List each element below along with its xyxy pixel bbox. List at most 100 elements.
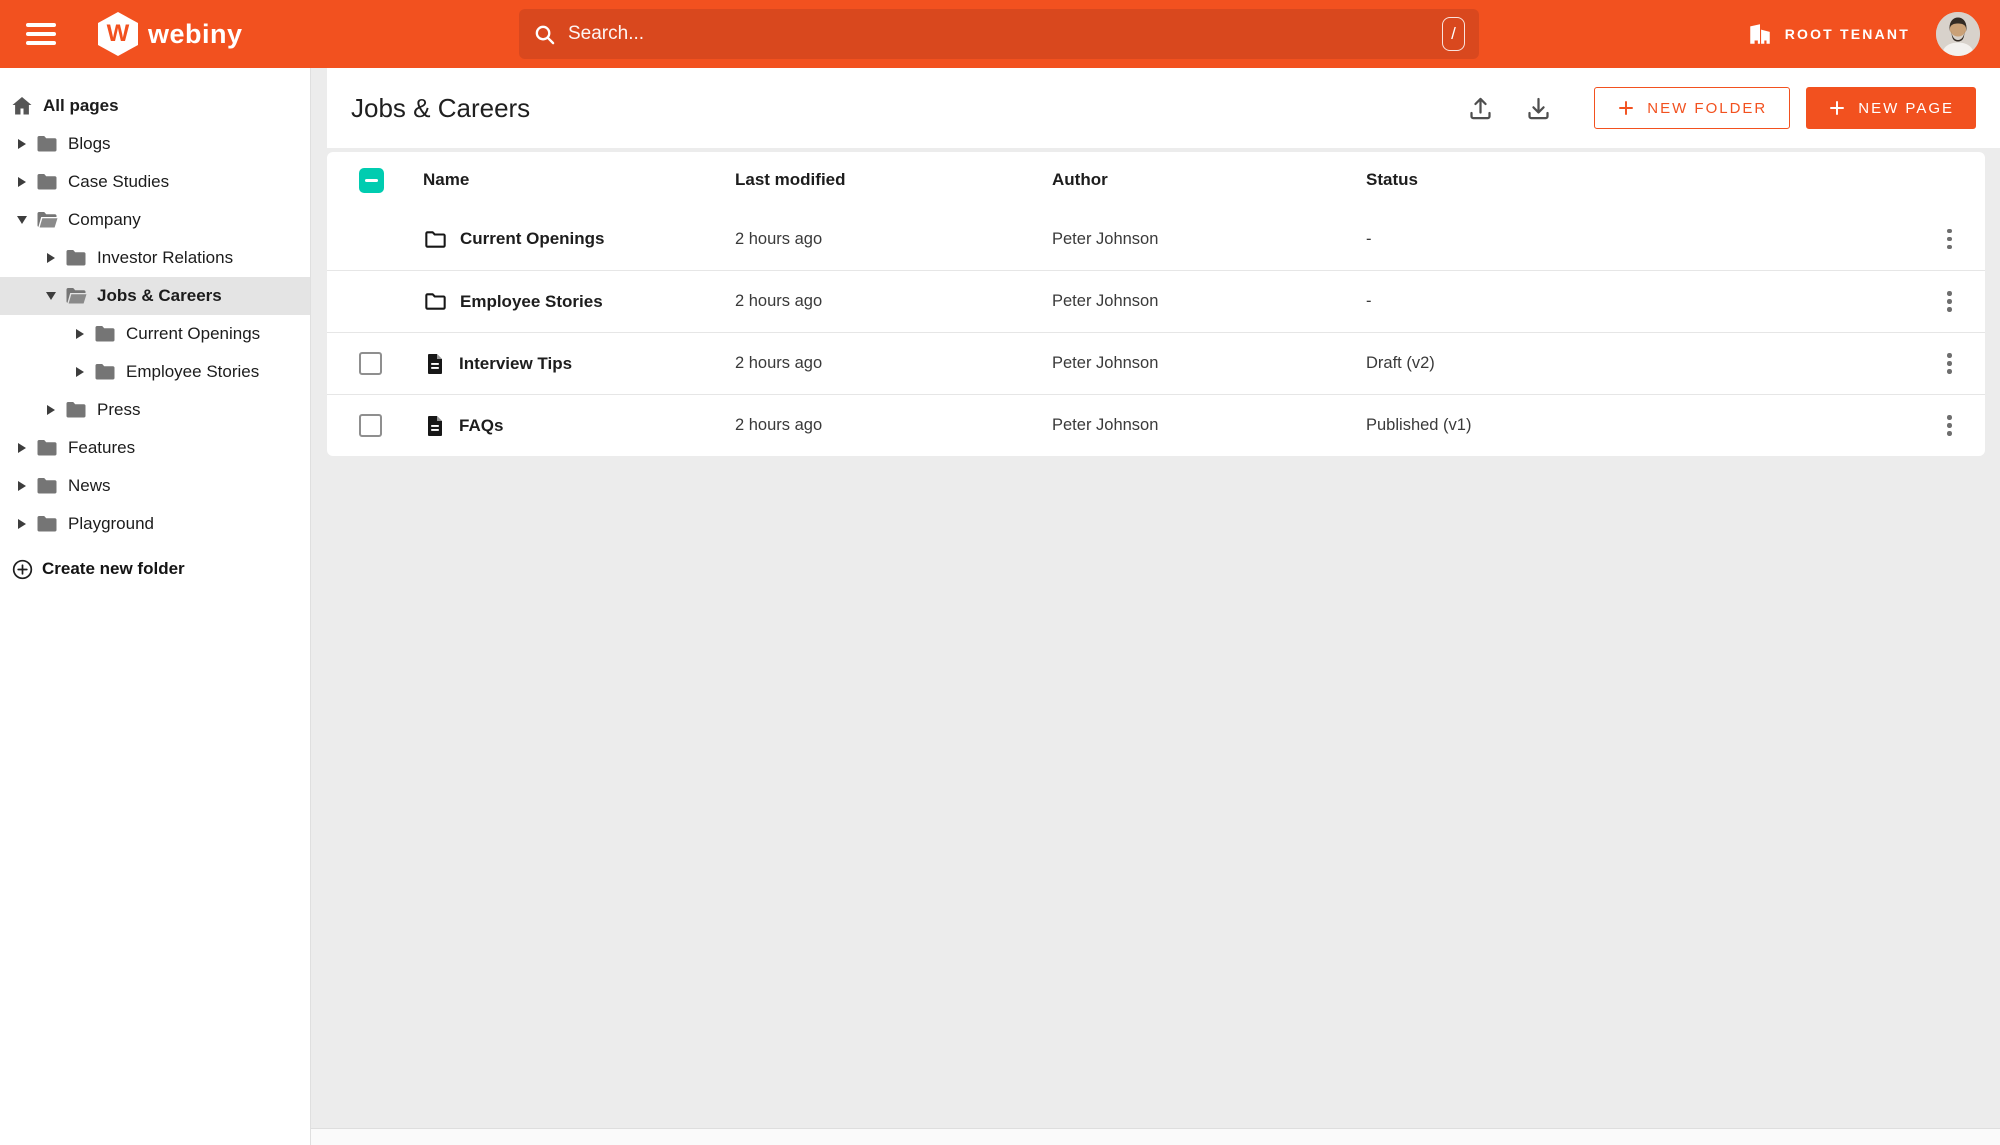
row-actions-kebab-icon[interactable] <box>1933 347 1967 381</box>
column-header-author: Author <box>1052 170 1108 189</box>
hamburger-menu-icon[interactable] <box>26 23 56 45</box>
user-avatar[interactable] <box>1936 12 1980 56</box>
column-header-status: Status <box>1366 170 1418 189</box>
sidebar-item-investor-relations[interactable]: Investor Relations <box>0 239 310 277</box>
table-row[interactable]: FAQs 2 hours ago Peter Johnson Published (v… <box>327 394 1985 456</box>
row-author: Peter Johnson <box>1052 229 1159 248</box>
caret-right-icon[interactable] <box>15 479 29 493</box>
select-all-checkbox[interactable] <box>359 167 384 193</box>
create-new-folder-button[interactable]: Create new folder <box>0 549 310 589</box>
folder-open-icon <box>37 212 58 228</box>
webiny-logo[interactable]: W webiny <box>98 12 243 56</box>
folder-icon <box>37 136 57 152</box>
sidebar-item-current-openings[interactable]: Current Openings <box>0 315 310 353</box>
sidebar-item-features[interactable]: Features <box>0 429 310 467</box>
caret-right-icon[interactable] <box>15 175 29 189</box>
folder-icon <box>37 478 57 494</box>
caret-down-icon[interactable] <box>44 289 58 303</box>
row-last-modified: 2 hours ago <box>735 292 823 310</box>
new-folder-button[interactable]: NEW FOLDER <box>1594 87 1791 129</box>
row-author: Peter Johnson <box>1052 292 1159 310</box>
webiny-hexagon-icon: W <box>98 12 138 56</box>
plus-circle-icon <box>10 558 34 581</box>
caret-down-icon[interactable] <box>15 213 29 227</box>
sidebar-item-employee-stories[interactable]: Employee Stories <box>0 353 310 391</box>
sidebar-item-label: Investor Relations <box>97 248 234 267</box>
row-actions-kebab-icon[interactable] <box>1933 222 1967 256</box>
folder-icon <box>37 174 57 190</box>
table-footer-strip <box>311 1128 2000 1145</box>
plus-icon <box>1619 101 1634 115</box>
webiny-wordmark: webiny <box>148 18 243 49</box>
sidebar-item-playground[interactable]: Playground <box>0 505 310 543</box>
tenant-label: ROOT TENANT <box>1784 26 1910 42</box>
caret-right-icon[interactable] <box>15 441 29 455</box>
caret-right-icon[interactable] <box>44 251 58 265</box>
folder-icon <box>95 326 115 342</box>
folder-open-icon <box>66 288 87 304</box>
sidebar-item-label: Press <box>97 400 141 419</box>
table-row[interactable]: Current Openings 2 hours ago Peter Johnson… <box>327 208 1985 270</box>
pages-table: Name Last modified Author Status Current… <box>327 152 1985 456</box>
caret-right-icon[interactable] <box>15 517 29 531</box>
row-author: Peter Johnson <box>1052 354 1159 372</box>
global-search-bar[interactable]: / <box>519 9 1479 59</box>
folder-icon <box>95 364 115 380</box>
top-app-bar: W webiny / ROOT TENANT <box>0 0 2000 68</box>
row-last-modified: 2 hours ago <box>735 354 823 372</box>
sidebar-item-label: Playground <box>68 514 155 533</box>
row-author: Peter Johnson <box>1052 416 1159 434</box>
row-actions-kebab-icon[interactable] <box>1933 285 1967 319</box>
document-icon <box>428 415 442 436</box>
folder-icon <box>66 250 86 266</box>
table-row[interactable]: Interview Tips 2 hours ago Peter Johnson Dr… <box>327 332 1985 394</box>
row-status: Published (v1) <box>1366 416 1472 434</box>
row-actions-kebab-icon[interactable] <box>1933 409 1967 443</box>
new-page-button[interactable]: NEW PAGE <box>1806 87 1976 129</box>
sidebar-item-company[interactable]: Company <box>0 201 310 239</box>
sidebar-item-jobs-careers[interactable]: Jobs & Careers <box>0 277 310 315</box>
tenant-selector[interactable]: ROOT TENANT <box>1747 21 1910 47</box>
caret-right-icon[interactable] <box>44 403 58 417</box>
sidebar-item-label: Current Openings <box>126 324 261 343</box>
row-name: FAQs <box>459 415 504 435</box>
sidebar-item-label: News <box>68 476 111 495</box>
download-icon <box>1528 97 1549 119</box>
row-status: - <box>1366 229 1372 248</box>
caret-right-icon[interactable] <box>73 365 87 379</box>
export-pages-button[interactable] <box>1518 88 1558 128</box>
row-status: Draft (v2) <box>1366 354 1435 372</box>
sidebar-item-label: Features <box>68 438 136 457</box>
sidebar-item-label: All pages <box>43 96 119 115</box>
create-new-folder-label: Create new folder <box>42 559 185 578</box>
building-icon <box>1749 24 1770 44</box>
caret-right-icon[interactable] <box>73 327 87 341</box>
row-checkbox[interactable] <box>359 352 382 375</box>
sidebar-item-news[interactable]: News <box>0 467 310 505</box>
folder-icon <box>66 402 86 418</box>
import-pages-button[interactable] <box>1460 88 1500 128</box>
folder-icon <box>37 516 57 532</box>
sidebar-item-label: Blogs <box>68 134 111 153</box>
search-icon <box>535 25 555 44</box>
folder-icon <box>37 440 57 456</box>
row-status: - <box>1366 292 1372 310</box>
row-name: Interview Tips <box>459 353 573 373</box>
sidebar-item-case-studies[interactable]: Case Studies <box>0 163 310 201</box>
page-title: Jobs & Careers <box>351 92 531 123</box>
page-header: Jobs & Careers NEW FOLDER NEW PAGE <box>327 68 2000 148</box>
sidebar-item-all-pages[interactable]: All pages <box>0 87 310 125</box>
caret-right-icon[interactable] <box>15 137 29 151</box>
plus-icon <box>1830 101 1845 115</box>
row-checkbox[interactable] <box>359 414 382 437</box>
upload-icon <box>1470 97 1491 119</box>
table-row[interactable]: Employee Stories 2 hours ago Peter Johnson… <box>327 270 1985 332</box>
column-header-modified: Last modified <box>735 170 846 189</box>
sidebar-item-blogs[interactable]: Blogs <box>0 125 310 163</box>
table-header-row: Name Last modified Author Status <box>327 152 1985 208</box>
search-input[interactable] <box>568 23 1442 45</box>
sidebar-item-press[interactable]: Press <box>0 391 310 429</box>
sidebar-item-label: Case Studies <box>68 172 170 191</box>
row-last-modified: 2 hours ago <box>735 416 823 434</box>
row-name: Current Openings <box>460 229 605 248</box>
